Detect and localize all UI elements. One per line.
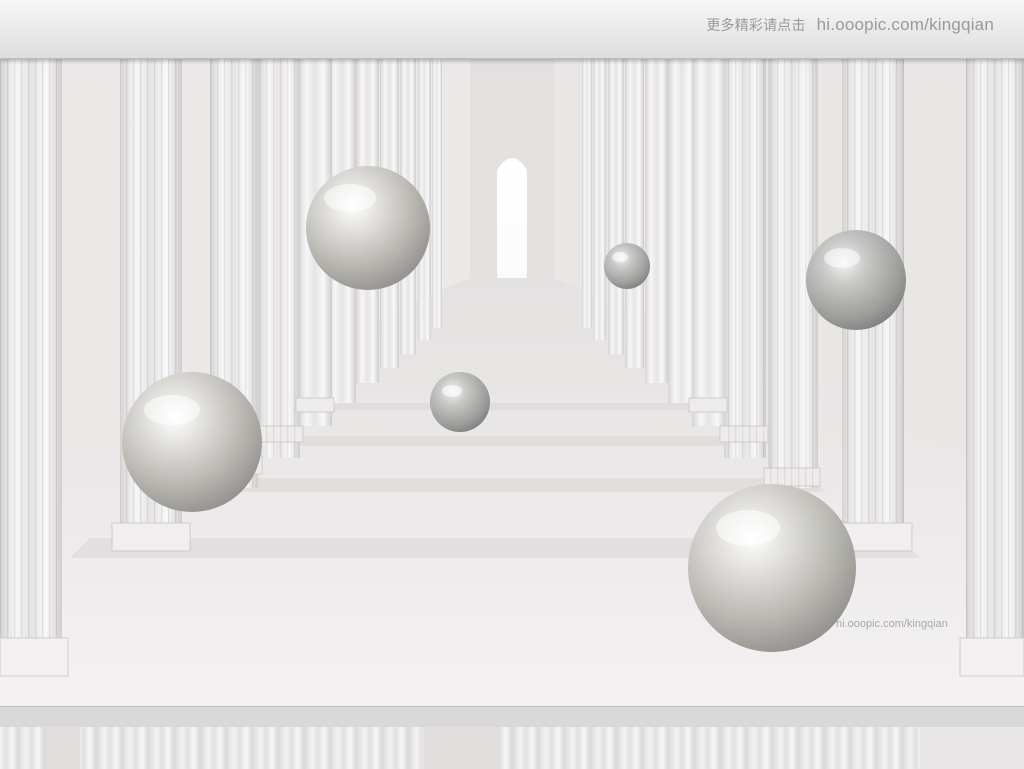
scene-watermark: hi.ooopic.com/kingqian	[836, 618, 948, 630]
colonnade-illustration	[0, 58, 1024, 706]
banner-caption-cn: 更多精彩请点击	[706, 17, 806, 33]
colonnade-scene-image: hi.ooopic.com/kingqian	[0, 58, 1024, 706]
bottom-thumbnail-strip[interactable]	[0, 727, 1024, 769]
strip-gap	[920, 727, 1024, 769]
banner-caption[interactable]: 更多精彩请点击 hi.ooopic.com/kingqian	[706, 15, 994, 35]
strip-gap	[424, 727, 500, 769]
top-banner: 更多精彩请点击 hi.ooopic.com/kingqian	[0, 0, 1024, 59]
bottom-thumbnail-frame	[0, 706, 1024, 769]
banner-caption-url[interactable]: hi.ooopic.com/kingqian	[817, 15, 994, 34]
strip-gap	[46, 727, 80, 769]
